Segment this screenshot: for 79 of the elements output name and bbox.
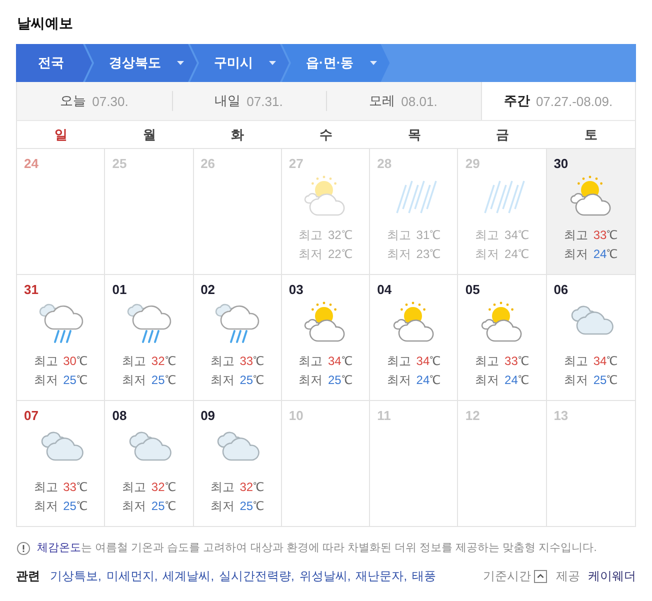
day-number: 06: [554, 282, 568, 298]
section-title: 날씨예보: [17, 14, 74, 33]
high-temperature: 최고 33℃: [210, 353, 264, 370]
low-temperature: 최저 25℃: [34, 498, 88, 515]
low-temperature: 최저 22℃: [298, 246, 352, 263]
related-link[interactable]: 실시간전력량,: [219, 568, 294, 584]
high-temperature: 최고 30℃: [34, 353, 88, 370]
region-selector[interactable]: 경상북도: [85, 44, 197, 82]
high-temperature: 최고 32℃: [298, 227, 352, 244]
low-temperature: 최저 25℃: [210, 372, 264, 389]
weekday-label: 월: [142, 126, 157, 144]
region-selector[interactable]: 전국: [16, 44, 92, 82]
low-temperature: 최저 25℃: [210, 498, 264, 515]
weekday-label: 목: [406, 126, 422, 144]
low-temperature: 최저 25℃: [122, 498, 176, 515]
related-link[interactable]: 기상특보,: [50, 568, 102, 584]
day-number: 24: [24, 156, 38, 172]
day-number: 01: [112, 282, 127, 298]
day-number: 08: [112, 408, 127, 424]
provider-link[interactable]: 케이웨더: [588, 568, 636, 584]
caret-up-icon: [537, 574, 544, 578]
low-temperature: 최저 25℃: [122, 372, 176, 389]
related-link[interactable]: 태풍: [412, 568, 436, 584]
day-number: 07: [24, 408, 38, 424]
date-tab[interactable]: 주간 07.27.-08.09.: [480, 82, 635, 120]
weekday-label: 화: [230, 126, 246, 144]
base-time-label: 기준시간: [483, 568, 531, 584]
high-temperature: 최고 34℃: [386, 353, 441, 370]
low-temperature: 최저 25℃: [34, 372, 88, 389]
high-temperature: 최고 32℃: [210, 479, 264, 496]
info-note: 체감온도는 여름철 기온과 습도를 고려하여 대상과 환경에 따라 차별화된 더위 정보를 제공하는 맞춤형 지수입니다.: [37, 541, 597, 555]
region-selector[interactable]: 읍·면·동: [282, 44, 390, 82]
high-temperature: 최고 34℃: [298, 353, 352, 370]
low-temperature: 최저 25℃: [298, 372, 352, 389]
related-link[interactable]: 위성날씨,: [299, 568, 351, 584]
high-temperature: 최고 33℃: [564, 227, 618, 244]
high-temperature: 최고 32℃: [122, 479, 176, 496]
weekday-label: 수: [318, 126, 334, 144]
day-number: 25: [112, 156, 127, 172]
day-number: 31: [24, 282, 38, 298]
day-number: 29: [465, 156, 480, 172]
low-temperature: 최저 24℃: [475, 372, 529, 389]
day-number: 30: [554, 156, 568, 172]
low-temperature: 최저 23℃: [386, 246, 441, 263]
day-number: 28: [377, 156, 392, 172]
weekday-label: 금: [495, 126, 510, 144]
day-number: 13: [554, 408, 568, 424]
related-link[interactable]: 세계날씨,: [162, 568, 214, 584]
base-time-toggle-button[interactable]: [534, 570, 547, 582]
provider-label: 제공: [556, 568, 580, 584]
day-number: 27: [288, 156, 304, 172]
high-temperature: 최고 33℃: [475, 353, 529, 370]
day-number: 26: [200, 156, 216, 172]
low-temperature: 최저 25℃: [564, 372, 618, 389]
day-number: 04: [377, 282, 392, 298]
low-temperature: 최저 24℃: [475, 246, 529, 263]
weekday-label: 토: [583, 126, 598, 144]
exclamation-circle-icon: [17, 542, 30, 554]
region-selector[interactable]: 구미시: [190, 44, 289, 82]
high-temperature: 최고 31℃: [386, 227, 441, 244]
high-temperature: 최고 34℃: [564, 353, 618, 370]
weekday-label: 일: [54, 126, 69, 144]
low-temperature: 최저 24℃: [564, 246, 618, 263]
day-number: 09: [200, 408, 216, 424]
date-tab[interactable]: 오늘 07.30.: [17, 82, 172, 120]
day-number: 05: [465, 282, 480, 298]
related-link[interactable]: 미세먼지,: [106, 568, 158, 584]
day-number: 03: [288, 282, 304, 298]
high-temperature: 최고 32℃: [122, 353, 176, 370]
term-link[interactable]: 체감온도: [37, 542, 81, 554]
day-number: 10: [288, 408, 304, 424]
related-link[interactable]: 재난문자,: [356, 568, 408, 584]
related-label: 관련: [16, 568, 40, 584]
high-temperature: 최고 33℃: [34, 479, 88, 496]
low-temperature: 최저 24℃: [386, 372, 441, 389]
day-number: 02: [200, 282, 216, 298]
day-number: 11: [377, 408, 391, 424]
high-temperature: 최고 34℃: [475, 227, 529, 244]
day-number: 12: [465, 408, 480, 424]
